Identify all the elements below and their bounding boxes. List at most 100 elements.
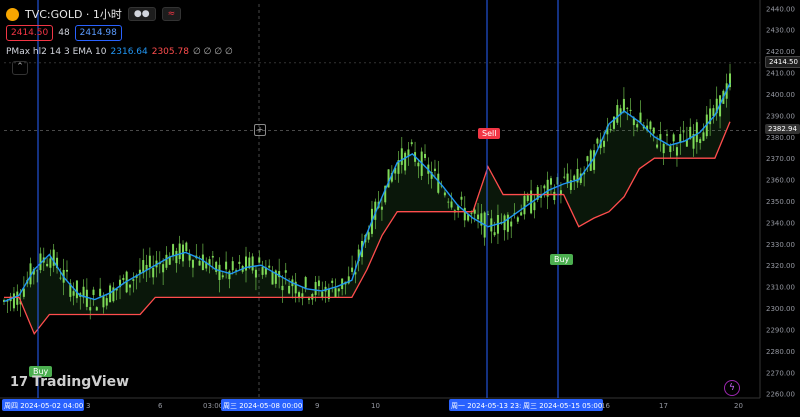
candle-body	[516, 217, 519, 222]
x-tick-label: 6	[158, 402, 163, 410]
candle-body	[185, 242, 188, 251]
candle-body	[152, 267, 155, 278]
x-tick-label: 10	[371, 402, 380, 410]
y-tick-label: 2270.00	[766, 369, 795, 377]
spread-value: 48	[58, 28, 70, 38]
tradingview-logo[interactable]: 17 TradingView	[10, 374, 129, 390]
tv-logo-mark-icon: 17	[10, 374, 29, 390]
y-tick-label: 2310.00	[766, 284, 795, 292]
y-tick-label: 2420.00	[766, 48, 795, 56]
y-tick-label: 2290.00	[766, 326, 795, 334]
candle-body	[666, 134, 669, 136]
candle-body	[238, 261, 241, 264]
candle-body	[626, 107, 629, 109]
candle-body	[629, 109, 632, 111]
candle-body	[75, 280, 78, 299]
candle-body	[510, 221, 513, 227]
x-tick-label: 16	[601, 402, 610, 410]
candle-body	[225, 261, 228, 270]
indicator-value-ema: 2316.64	[110, 47, 148, 57]
x-tick-label: 周三 2024-05-15 05:00	[523, 402, 602, 410]
buy-price-button[interactable]: 2414.98	[74, 25, 122, 41]
y-tick-label: 2340.00	[766, 219, 795, 227]
indicator-legend[interactable]: PMax hl2 14 3 EMA 10 2316.64 2305.78 ∅ ∅…	[6, 47, 233, 57]
candle-body	[201, 254, 204, 271]
candle-body	[281, 285, 284, 291]
candle-body	[16, 291, 19, 305]
last-price-tag: 2414.50	[765, 56, 800, 68]
candle-body	[314, 281, 317, 295]
candle-body	[639, 112, 642, 123]
approx-icon[interactable]: ≈	[161, 7, 182, 21]
indicator-value-pmax: 2305.78	[151, 47, 189, 57]
candle-body	[271, 272, 274, 285]
y-tick-label: 2400.00	[766, 91, 795, 99]
eye-icon[interactable]: ●●	[127, 7, 156, 21]
candle-body	[523, 195, 526, 215]
x-tick-label: 9	[315, 402, 319, 410]
candle-body	[609, 129, 612, 130]
symbol-header[interactable]: TVC:GOLD · 1小时 ●● ≈	[6, 6, 182, 22]
gold-logo-icon	[6, 7, 19, 21]
candle-body	[367, 232, 370, 240]
crosshair-plus-icon[interactable]: +	[254, 124, 266, 136]
candle-body	[503, 215, 506, 231]
y-tick-label: 2370.00	[766, 155, 795, 163]
x-tick-label: 周三 2024-05-08 00:00	[223, 402, 302, 410]
candle-body	[433, 168, 436, 171]
y-tick-label: 2390.00	[766, 112, 795, 120]
candle-body	[172, 244, 175, 256]
candle-body	[254, 269, 257, 278]
candle-body	[493, 232, 496, 236]
candle-body	[649, 121, 652, 130]
crosshair-price-tag: 2382.94	[765, 124, 800, 134]
candle-body	[59, 277, 62, 279]
price-chart[interactable]: 2440.00 2430.00 2420.00 2410.00 2400.00 2390.…	[0, 0, 800, 417]
candle-body	[380, 206, 383, 210]
candle-body	[218, 264, 221, 280]
candle-body	[553, 191, 556, 201]
candle-body	[317, 280, 320, 287]
candle-body	[662, 143, 665, 154]
candle-body	[586, 156, 589, 162]
candle-body	[669, 146, 672, 153]
candle-body	[424, 153, 427, 158]
quote-row: 2414.50 48 2414.98	[6, 25, 122, 41]
candle-body	[566, 173, 569, 183]
candle-body	[652, 127, 655, 134]
candle-body	[268, 265, 271, 268]
candle-body	[284, 270, 287, 273]
candle-body	[702, 132, 705, 141]
candle-body	[404, 152, 407, 171]
lightning-icon[interactable]: ϟ	[724, 380, 740, 396]
candle-body	[165, 254, 168, 268]
candle-body	[636, 124, 639, 128]
candle-body	[65, 269, 68, 272]
candle-body	[321, 291, 324, 298]
candle-body	[288, 285, 291, 294]
chevron-up-icon[interactable]: ⌃	[12, 61, 28, 75]
candle-body	[122, 277, 125, 280]
x-tick-label: 03:00	[203, 402, 223, 410]
sell-price-button[interactable]: 2414.50	[6, 25, 54, 41]
time-axis-bg	[0, 398, 760, 417]
x-tick-label: 17	[659, 402, 668, 410]
sell-signal-label: Sell	[478, 128, 501, 139]
buy-signal-label: Buy	[550, 254, 574, 265]
candle-body	[72, 291, 75, 296]
candle-body	[92, 289, 95, 296]
candle-body	[221, 275, 224, 278]
candle-body	[563, 176, 566, 178]
candle-body	[99, 288, 102, 297]
candle-body	[603, 140, 606, 147]
candle-body	[672, 134, 675, 142]
candle-body	[675, 147, 678, 156]
candle-body	[447, 201, 450, 203]
y-tick-label: 2360.00	[766, 177, 795, 185]
candle-body	[559, 190, 562, 195]
candle-body	[105, 298, 108, 306]
tv-logo-text: TradingView	[32, 374, 130, 390]
symbol-title[interactable]: TVC:GOLD · 1小时	[25, 6, 122, 22]
y-tick-label: 2430.00	[766, 27, 795, 35]
candle-body	[477, 214, 480, 220]
